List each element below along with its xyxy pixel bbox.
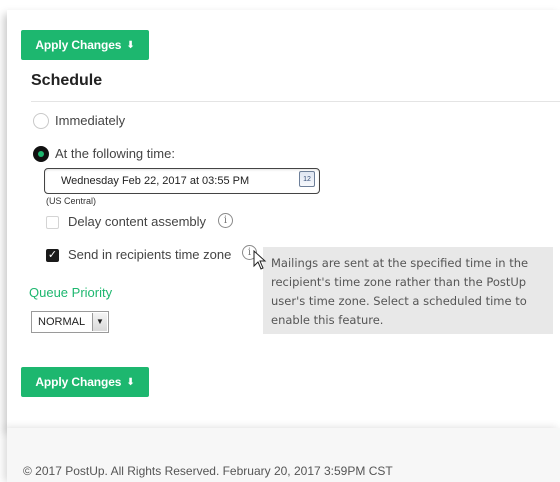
tooltip-line: recipient's time zone rather than the Po… <box>271 275 527 289</box>
copyright-text: © 2017 PostUp. All Rights Reserved. Febr… <box>23 464 393 478</box>
recipients-timezone-checkbox[interactable]: ✓ <box>46 249 59 262</box>
chevron-down-icon[interactable]: ▼ <box>92 313 107 331</box>
recipients-timezone-label: Send in recipients time zone <box>68 247 232 262</box>
queue-priority-value: NORMAL <box>38 316 86 328</box>
calendar-icon[interactable]: 12 <box>299 171 315 187</box>
tooltip-line: Mailings are sent at the specified time … <box>271 256 529 270</box>
tooltip-line: user's time zone. Select a scheduled tim… <box>271 294 527 308</box>
apply-changes-button-top[interactable]: Apply Changes ⬇ <box>21 30 149 60</box>
down-arrow-icon: ⬇ <box>126 39 135 51</box>
section-title: Schedule <box>31 72 103 89</box>
radio-following-time-label: At the following time: <box>55 146 175 161</box>
divider <box>31 101 560 102</box>
datetime-field[interactable]: Wednesday Feb 22, 2017 at 03:55 PM 12 <box>44 168 320 194</box>
tooltip-line: enable this feature. <box>271 313 384 327</box>
queue-priority-label: Queue Priority <box>29 285 113 300</box>
datetime-value: Wednesday Feb 22, 2017 at 03:55 PM <box>61 175 250 187</box>
checkmark-icon: ✓ <box>47 249 58 261</box>
delay-assembly-label: Delay content assembly <box>68 214 207 229</box>
queue-priority-select[interactable]: NORMAL ▼ <box>31 311 109 333</box>
apply-changes-label: Apply Changes <box>35 375 122 389</box>
down-arrow-icon: ⬇ <box>126 376 135 388</box>
delay-assembly-checkbox[interactable] <box>46 216 59 229</box>
pointer-cursor-icon <box>253 250 267 270</box>
timezone-label: (US Central) <box>46 196 97 206</box>
radio-following-time[interactable] <box>33 146 49 162</box>
radio-immediately[interactable] <box>33 113 49 129</box>
apply-changes-label: Apply Changes <box>35 38 122 52</box>
info-icon[interactable]: i <box>218 213 233 228</box>
tooltip: Mailings are sent at the specified time … <box>263 247 553 334</box>
apply-changes-button-bottom[interactable]: Apply Changes ⬇ <box>21 367 149 397</box>
radio-immediately-label: Immediately <box>55 113 126 128</box>
